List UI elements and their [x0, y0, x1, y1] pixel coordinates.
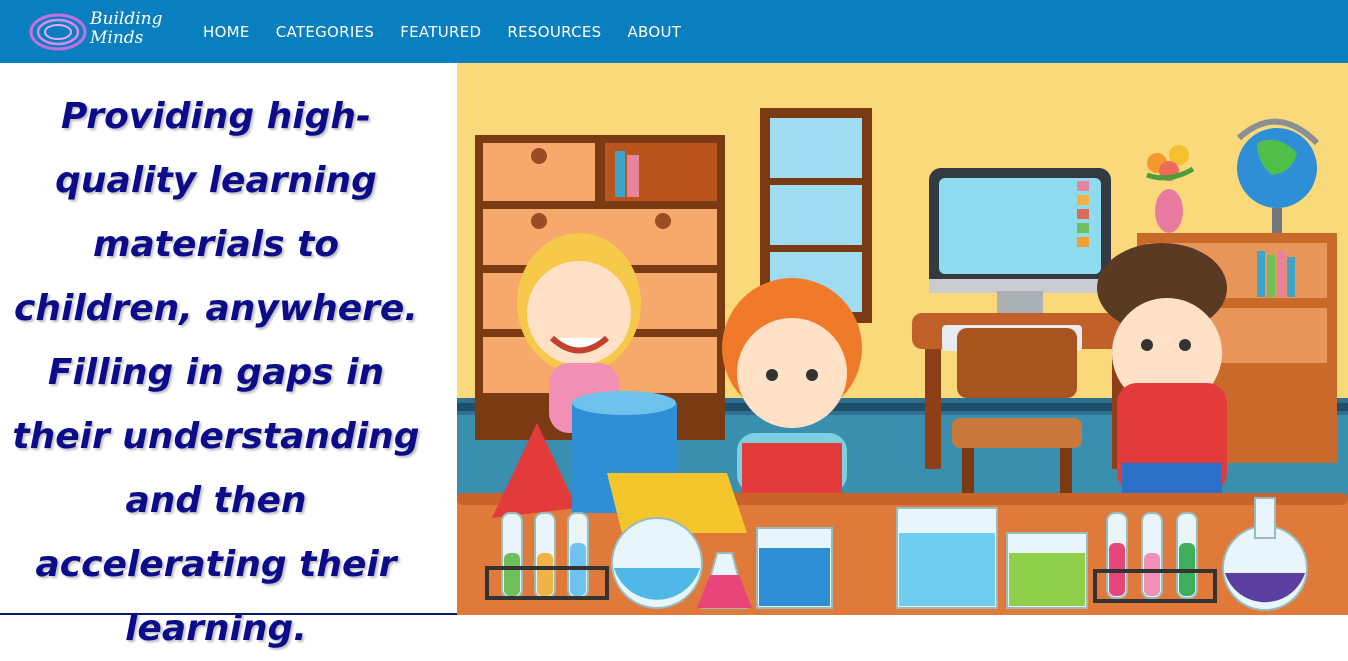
nav-featured[interactable]: FEATURED [400, 23, 481, 41]
hero-tagline: Providing high-quality learning material… [12, 96, 420, 649]
hero-text-panel: Providing high-quality learning material… [0, 63, 457, 649]
nav-resources[interactable]: RESOURCES [507, 23, 601, 41]
nav-about[interactable]: ABOUT [627, 23, 681, 41]
site-logo[interactable]: Building Minds [28, 8, 188, 56]
nav-home[interactable]: HOME [203, 23, 250, 41]
girl-redhead [722, 278, 862, 498]
logo-rings-icon [29, 13, 87, 51]
hero-illustration [457, 63, 1348, 615]
classroom-illustration [457, 63, 1348, 615]
main-nav: HOME CATEGORIES FEATURED RESOURCES ABOUT [203, 0, 681, 63]
logo-line-1: Building [90, 9, 163, 29]
top-navigation-bar: Building Minds HOME CATEGORIES FEATURED … [0, 0, 1348, 63]
logo-wordmark: Building Minds [90, 10, 162, 48]
logo-line-2: Minds [90, 28, 144, 48]
nav-categories[interactable]: CATEGORIES [276, 23, 375, 41]
